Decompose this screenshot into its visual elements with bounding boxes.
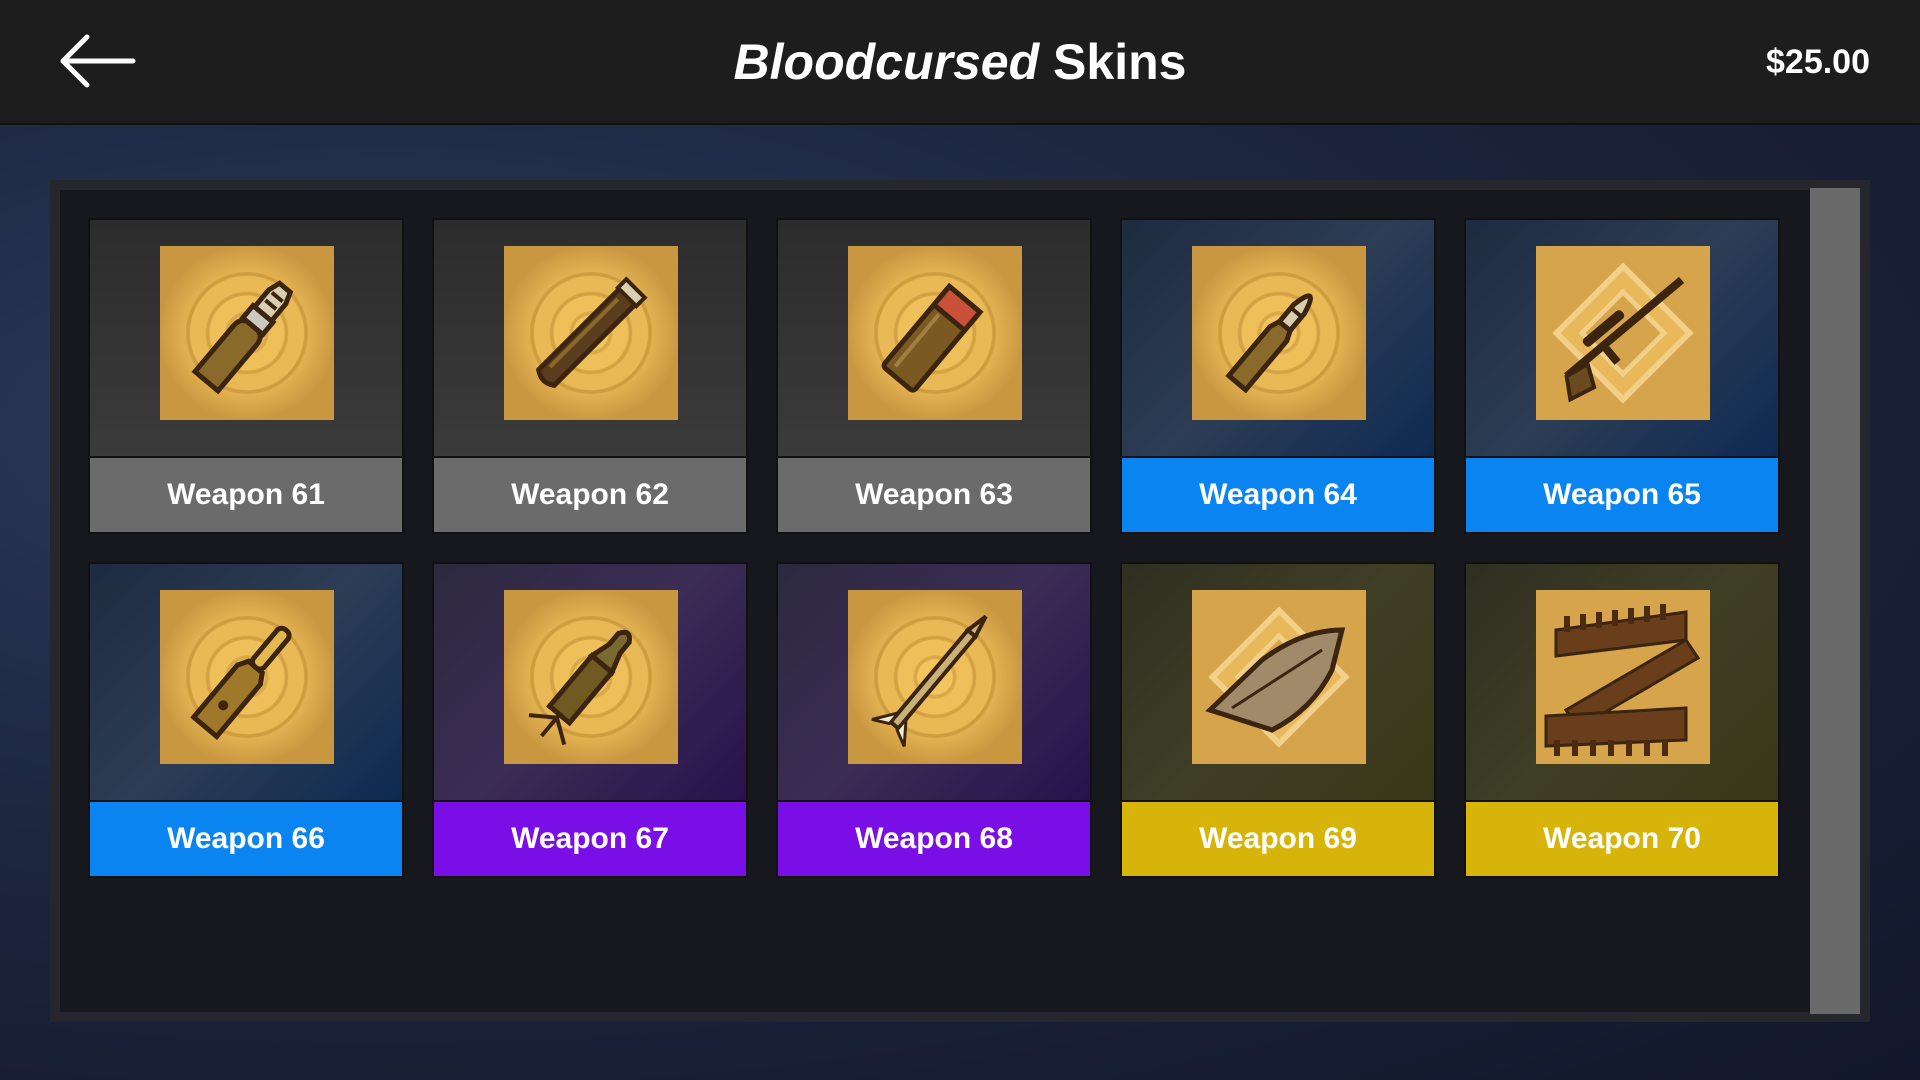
skin-card-art [90,564,402,800]
sniper-rifle-icon [1536,246,1710,420]
arrow-bolt-icon [848,590,1022,764]
skin-card-label: Weapon 64 [1122,456,1434,532]
skin-card-label: Weapon 66 [90,800,402,876]
skin-card[interactable]: Weapon 62 [432,218,748,534]
rocket-round-icon [504,590,678,764]
skin-card-label: Weapon 68 [778,800,1090,876]
scrollbar-thumb[interactable] [1810,188,1860,1014]
skin-card[interactable]: Weapon 63 [776,218,1092,534]
currency-balance: $25.00 [1766,43,1870,81]
skins-grid: Weapon 61 Weapon 62 Weapon 63 Weapon 64 … [88,218,1780,878]
skin-shop-screen: Bloodcursed Skins $25.00 Weapon 61 Weapo… [0,0,1920,1080]
skin-card[interactable]: Weapon 67 [432,562,748,878]
tube-icon [504,246,678,420]
skin-card-art [434,220,746,456]
skin-card-art [1122,220,1434,456]
skin-card-art [778,220,1090,456]
skin-card[interactable]: Weapon 68 [776,562,1092,878]
ammo-belt-icon [1536,590,1710,764]
title-suffix: Skins [1053,34,1187,90]
skin-card-art [1466,220,1778,456]
skin-card-art [1122,564,1434,800]
skin-card[interactable]: Weapon 64 [1120,218,1436,534]
skin-card-label: Weapon 63 [778,456,1090,532]
skin-card-art [90,220,402,456]
skin-card-label: Weapon 65 [1466,456,1778,532]
skin-card-art [434,564,746,800]
title-collection-name: Bloodcursed [733,34,1040,90]
bullet-shell-icon [160,246,334,420]
skin-card-label: Weapon 61 [90,456,402,532]
skin-card[interactable]: Weapon 70 [1464,562,1780,878]
skin-card-label: Weapon 67 [434,800,746,876]
skin-card[interactable]: Weapon 69 [1120,562,1436,878]
skin-card[interactable]: Weapon 66 [88,562,404,878]
top-bar: Bloodcursed Skins $25.00 [0,0,1920,125]
skin-card-label: Weapon 62 [434,456,746,532]
skin-card-label: Weapon 70 [1466,800,1778,876]
rifle-round-icon [1192,246,1366,420]
shotgun-shell-icon [160,590,334,764]
scrollbar-track[interactable] [1810,188,1860,1014]
skin-card-label: Weapon 69 [1122,800,1434,876]
skin-card-art [1466,564,1778,800]
grenade-canister-icon [848,246,1022,420]
skin-card[interactable]: Weapon 65 [1464,218,1780,534]
skin-card[interactable]: Weapon 61 [88,218,404,534]
page-title: Bloodcursed Skins [0,30,1920,94]
shrapnel-icon [1192,590,1366,764]
skin-card-art [778,564,1090,800]
